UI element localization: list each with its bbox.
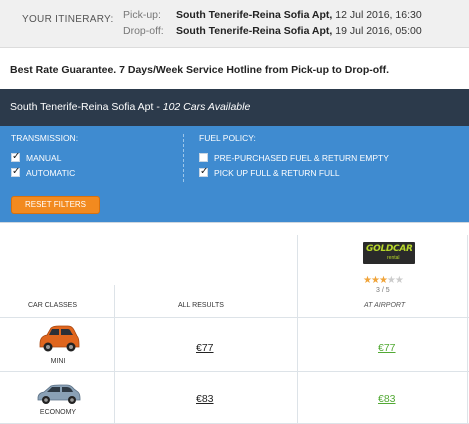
col-header-at-airport: AT AIRPORT <box>364 302 406 309</box>
results-location: South Tenerife-Reina Sofia Apt <box>10 101 154 113</box>
price-goldcar-mini[interactable]: €77 <box>378 342 396 354</box>
checkbox-automatic[interactable] <box>11 166 20 177</box>
pickup-key: Pick-up: <box>123 9 161 21</box>
car-class-label-economy: ECONOMY <box>39 409 77 416</box>
filters-panel: TRANSMISSION: MANUAL AUTOMATIC FUEL POLI… <box>0 126 469 222</box>
fuel-policy-title: FUEL POLICY: <box>199 133 256 143</box>
supplier-rating-stars: ★★★★★ <box>363 275 404 286</box>
star-filled-icon: ★ <box>378 275 388 286</box>
logo-subtext: rental <box>387 255 400 261</box>
star-empty-icon: ★ <box>386 275 396 286</box>
option-label: MANUAL <box>26 152 62 163</box>
star-filled-icon: ★ <box>370 275 380 286</box>
filter-divider <box>183 134 184 182</box>
cars-available: 102 Cars Available <box>162 101 251 113</box>
grid-divider <box>297 235 298 424</box>
option-label: PRE-PURCHASED FUEL & RETURN EMPTY <box>214 152 389 163</box>
option-label: PICK UP FULL & RETURN FULL <box>214 167 340 178</box>
star-empty-icon: ★ <box>394 275 404 286</box>
results-title: South Tenerife-Reina Sofia Apt - 102 Car… <box>10 101 250 113</box>
filter-option-automatic[interactable]: AUTOMATIC <box>11 165 78 180</box>
pickup-location: South Tenerife-Reina Sofia Apt, <box>176 9 333 21</box>
col-header-car-classes: CAR CLASSES <box>28 302 78 309</box>
dropoff-row: Drop-off: South Tenerife-Reina Sofia Apt,… <box>123 25 422 37</box>
dropoff-location: South Tenerife-Reina Sofia Apt, <box>176 25 333 37</box>
checkbox-pre-purchased[interactable] <box>199 153 208 162</box>
results-sep: - <box>153 101 163 113</box>
checkbox-manual[interactable] <box>11 151 20 162</box>
pickup-row: Pick-up: South Tenerife-Reina Sofia Apt, … <box>123 9 422 21</box>
star-filled-icon: ★ <box>363 275 372 286</box>
transmission-filter: TRANSMISSION: MANUAL AUTOMATIC <box>11 133 78 180</box>
goldcar-logo[interactable]: GOLDCAR rental <box>363 242 415 264</box>
pickup-datetime: 12 Jul 2016, 16:30 <box>335 9 422 21</box>
grid-row-line <box>0 317 469 318</box>
price-all-mini[interactable]: €77 <box>196 342 214 354</box>
results-bar: South Tenerife-Reina Sofia Apt - 102 Car… <box>0 89 469 126</box>
checkbox-full-full[interactable] <box>199 166 208 177</box>
car-class-label-mini: MINI <box>50 358 66 365</box>
filter-option-full-full[interactable]: PICK UP FULL & RETURN FULL <box>199 165 389 180</box>
filter-option-manual[interactable]: MANUAL <box>11 150 78 165</box>
car-image-mini <box>39 325 80 352</box>
itinerary-panel: YOUR ITINERARY: Pick-up: South Tenerife-R… <box>0 0 469 48</box>
reset-filters-button[interactable]: RESET FILTERS <box>11 196 100 214</box>
car-image-economy <box>37 384 81 404</box>
logo-text: GOLDCAR <box>366 244 413 254</box>
grid-row-line <box>0 371 469 372</box>
grid-divider <box>467 235 468 424</box>
col-header-all-results: ALL RESULTS <box>178 302 224 309</box>
dropoff-datetime: 19 Jul 2016, 05:00 <box>335 25 422 37</box>
fuel-policy-filter: FUEL POLICY: PRE-PURCHASED FUEL & RETURN… <box>199 133 389 180</box>
option-label: AUTOMATIC <box>26 167 76 178</box>
transmission-title: TRANSMISSION: <box>11 133 79 143</box>
filter-option-pre-purchased[interactable]: PRE-PURCHASED FUEL & RETURN EMPTY <box>199 150 389 165</box>
supplier-rating-text: 3 / 5 <box>376 287 390 294</box>
price-all-economy[interactable]: €83 <box>196 393 214 405</box>
promo-text: Best Rate Guarantee. 7 Days/Week Service… <box>10 64 390 76</box>
itinerary-label: YOUR ITINERARY: <box>22 14 114 25</box>
price-goldcar-economy[interactable]: €83 <box>378 393 396 405</box>
comparison-grid: GOLDCAR rental ★★★★★ 3 / 5 CAR CLASSES A… <box>0 222 469 424</box>
dropoff-key: Drop-off: <box>123 25 164 37</box>
grid-divider <box>114 285 115 424</box>
